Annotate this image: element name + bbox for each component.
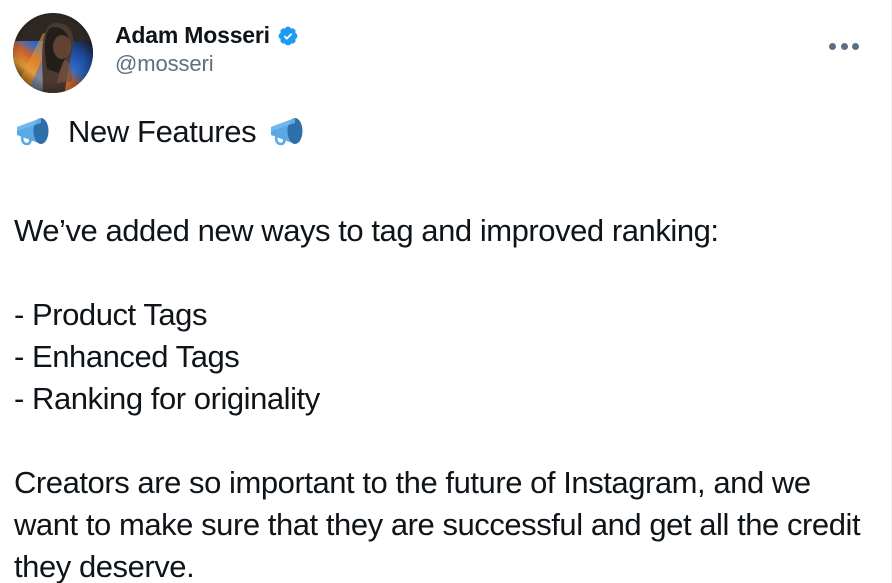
megaphone-icon [14,114,56,150]
headline-text: New Features [68,114,257,149]
author-identity: Adam Mosseri @mosseri [115,13,299,77]
avatar[interactable] [13,13,93,93]
more-dot [829,42,836,50]
more-dot [852,42,859,50]
more-dot [840,42,848,50]
headline-row: New Features [14,108,879,156]
author-handle[interactable]: @mosseri [115,51,299,77]
tweet-text-body: New Features We’ve added new ways to tag… [14,108,879,583]
author-name-row: Adam Mosseri [115,22,299,49]
list-item: - Enhanced Tags [14,339,240,374]
verified-badge-icon [277,25,299,47]
intro-paragraph: We’ve added new ways to tag and improved… [14,213,719,248]
megaphone-icon [268,114,310,150]
closing-paragraph: Creators are so important to the future … [14,465,861,583]
feature-list: - Product Tags - Enhanced Tags - Ranking… [14,294,879,420]
list-item: - Ranking for originality [14,381,320,416]
list-item: - Product Tags [14,297,208,332]
tweet-header: Adam Mosseri @mosseri [13,13,877,93]
author-display-name[interactable]: Adam Mosseri [115,22,270,49]
more-horizontal-icon[interactable] [829,35,859,57]
tweet-card: Adam Mosseri @mosseri New Features We’ve… [0,0,892,583]
